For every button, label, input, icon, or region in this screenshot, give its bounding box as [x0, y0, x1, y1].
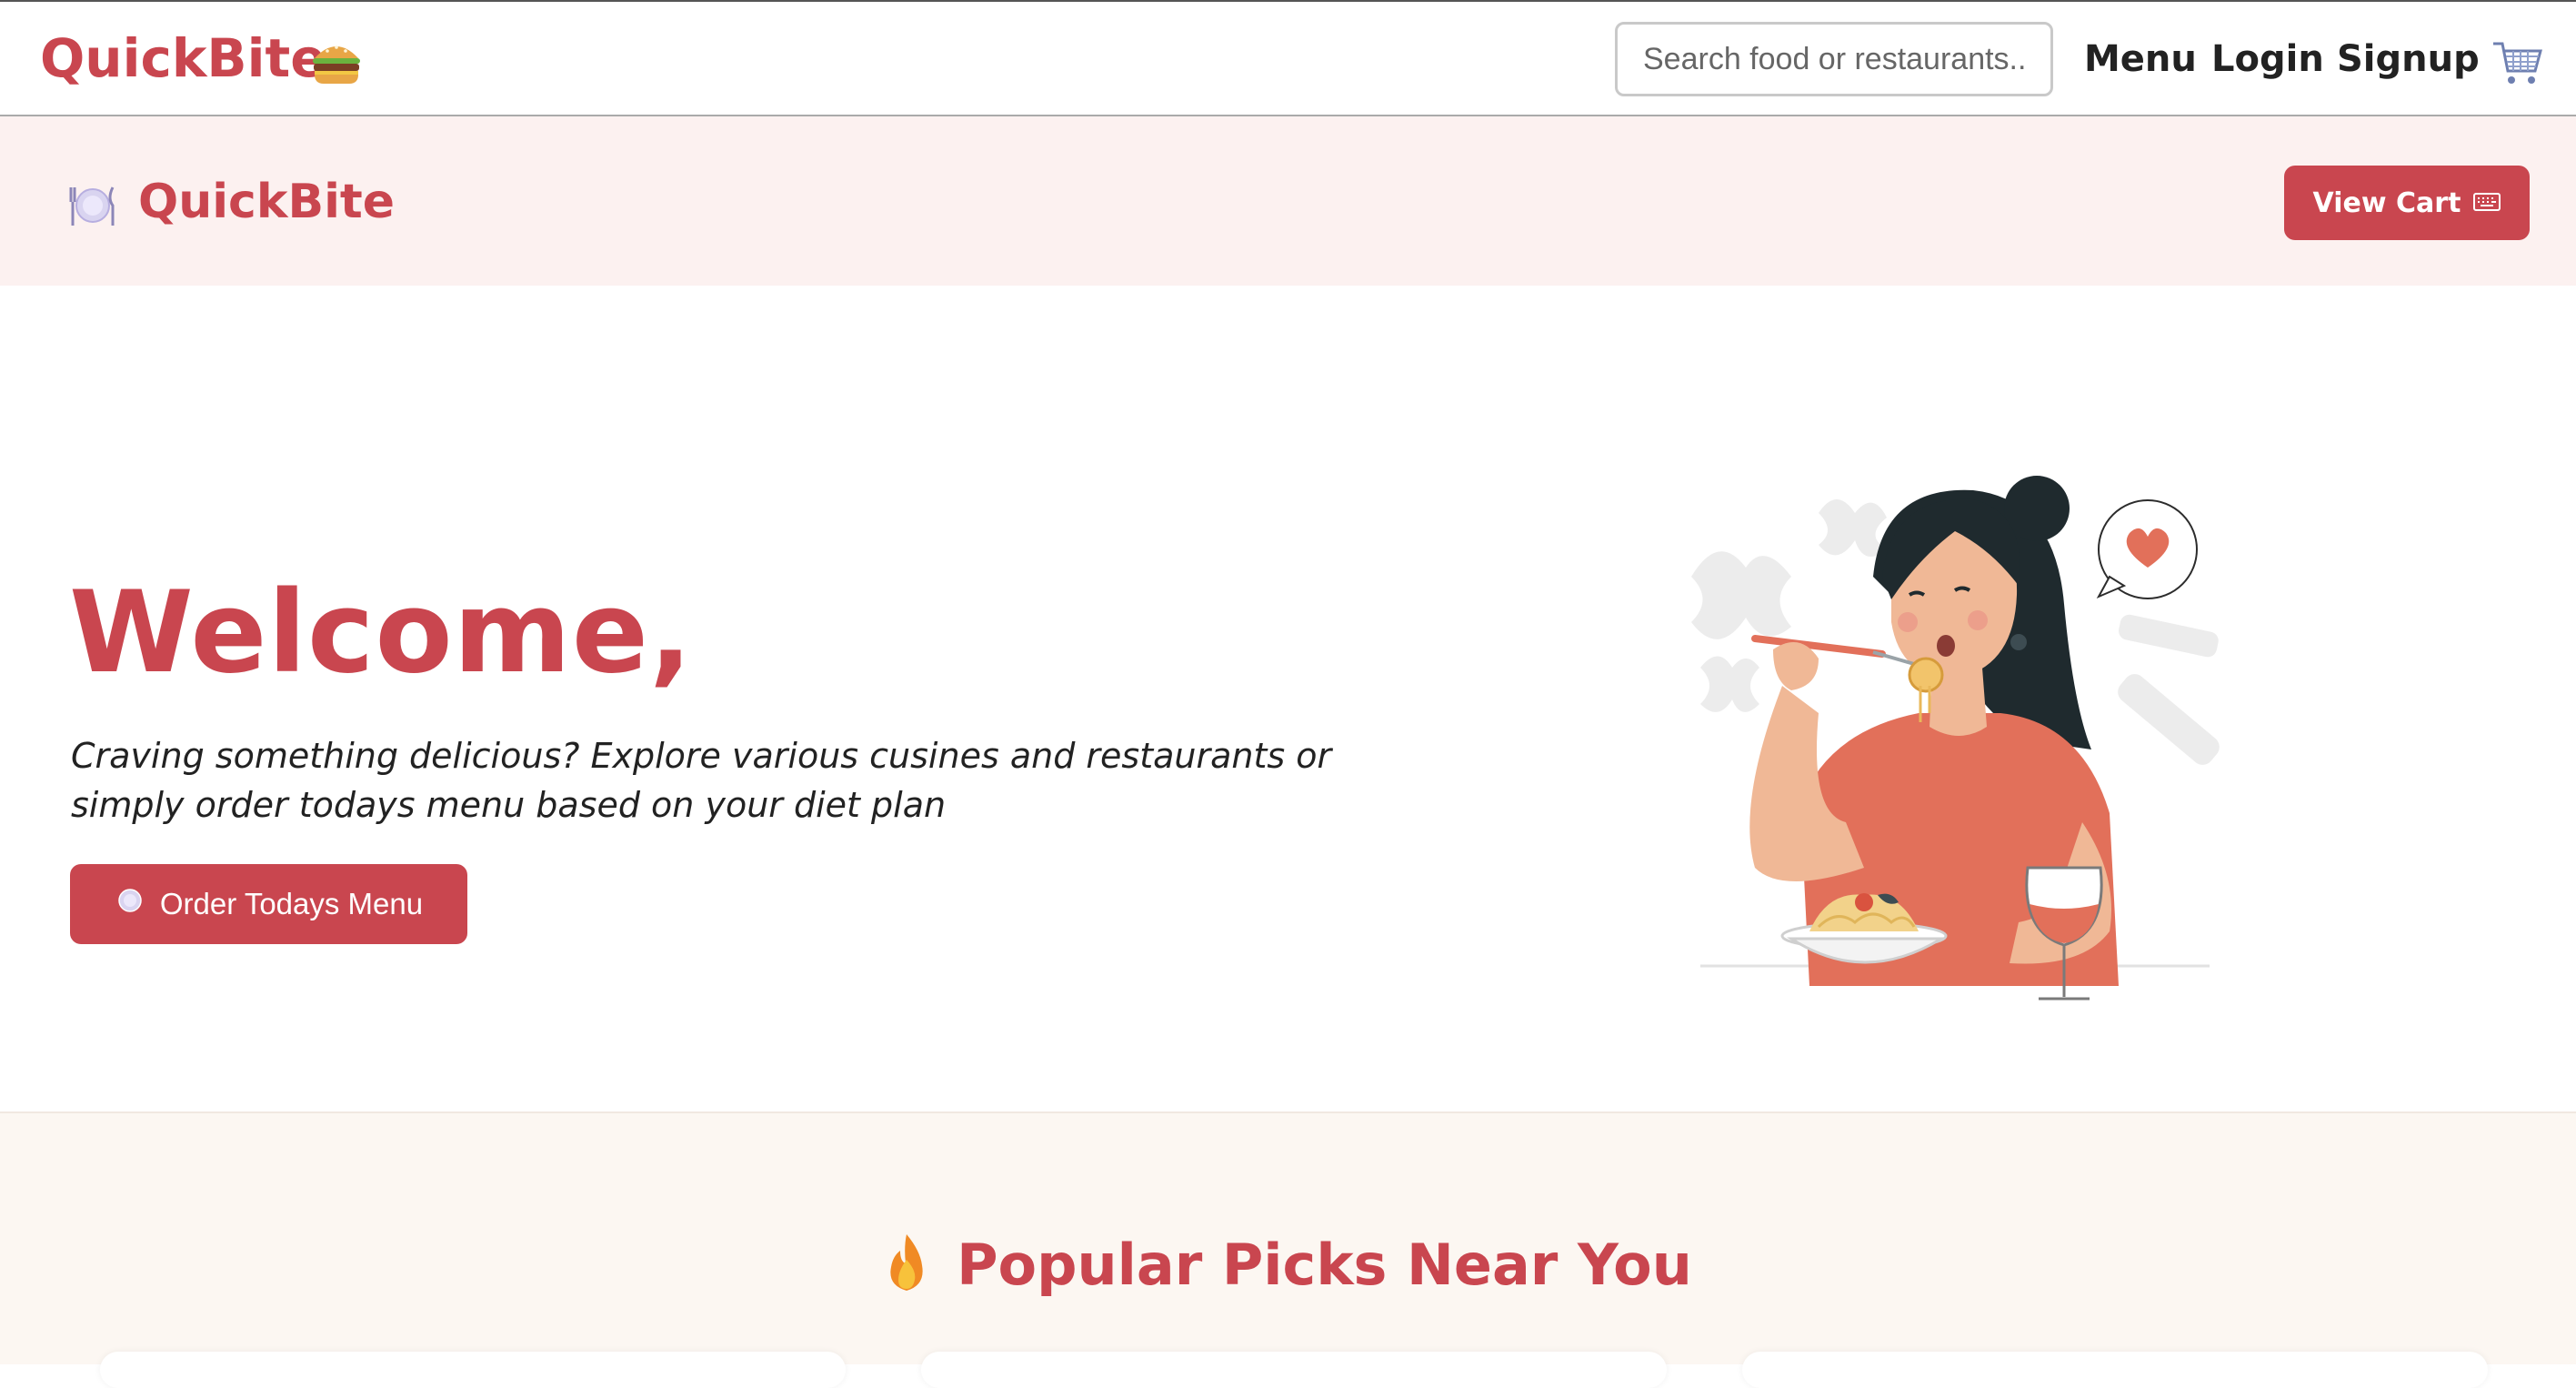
top-navbar: QuickBite Menu Login Signup — [0, 0, 2576, 116]
subheader-brand: QuickBite — [138, 175, 396, 229]
woman-eating-pasta-illustration — [1682, 440, 2228, 1009]
keyboard-icon — [2473, 187, 2501, 219]
welcome-heading: Welcome, — [69, 568, 694, 699]
brand-logo[interactable]: QuickBite — [40, 27, 326, 89]
popular-card[interactable] — [1742, 1352, 2488, 1388]
view-cart-button[interactable]: View Cart — [2284, 166, 2530, 240]
order-button-label: Order Todays Menu — [159, 887, 424, 920]
burger-icon — [309, 38, 364, 90]
popular-picks-section: Popular Picks Near You — [0, 1111, 2576, 1388]
view-cart-label: View Cart — [2312, 186, 2461, 219]
popular-card[interactable] — [100, 1352, 846, 1388]
search-input[interactable] — [1615, 22, 2053, 96]
popular-title-row: Popular Picks Near You — [0, 1232, 2576, 1298]
popular-card[interactable] — [921, 1352, 1667, 1388]
nav-link-login[interactable]: Login — [2211, 38, 2324, 80]
popular-picks-title: Popular Picks Near You — [957, 1232, 1692, 1298]
hero-description: Craving something delicious? Explore var… — [71, 736, 1332, 825]
order-todays-menu-button[interactable]: Order Todays Menu — [70, 864, 467, 944]
subheader-bar: QuickBite View Cart — [0, 116, 2576, 286]
nav-link-signup[interactable]: Signup — [2337, 38, 2480, 80]
fire-icon — [884, 1232, 929, 1297]
plate-cutlery-icon — [115, 887, 145, 921]
hero-section: Welcome, Craving something delicious? Ex… — [0, 286, 2576, 1111]
nav-link-menu[interactable]: Menu — [2084, 38, 2197, 80]
plate-cutlery-icon — [67, 184, 118, 232]
shopping-cart-icon[interactable] — [2491, 38, 2544, 92]
